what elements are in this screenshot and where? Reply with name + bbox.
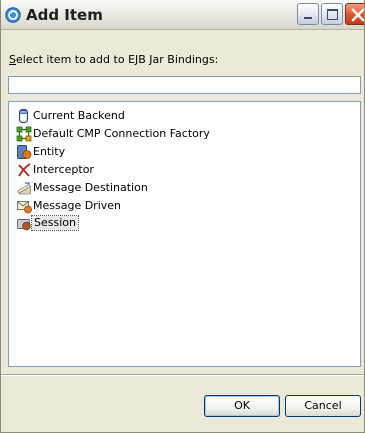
list-item-label: Message Destination: [33, 181, 148, 194]
title-bar[interactable]: Add Item: [1, 0, 364, 30]
item-list[interactable]: Current Backend Default CMP Connection F…: [8, 101, 361, 367]
entity-bean-icon: [17, 145, 32, 159]
app-icon: [5, 7, 21, 23]
cancel-button[interactable]: Cancel: [285, 395, 361, 417]
list-item-session[interactable]: Session: [16, 215, 346, 233]
message-destination-icon: [16, 182, 32, 195]
prompt-mnemonic: S: [9, 53, 16, 66]
connection-factory-icon: [16, 126, 32, 142]
filter-input[interactable]: [8, 76, 361, 94]
message-driven-bean-icon: [17, 201, 32, 214]
window-title: Add Item: [26, 6, 103, 24]
list-item-interceptor[interactable]: Interceptor: [16, 161, 346, 179]
button-separator: [1, 374, 364, 376]
list-item-label: Default CMP Connection Factory: [33, 127, 210, 140]
list-item-label: Current Backend: [33, 109, 125, 122]
list-item-entity[interactable]: Entity: [16, 143, 346, 161]
list-item-current-backend[interactable]: Current Backend: [16, 107, 346, 125]
close-icon: [351, 8, 364, 22]
list-item-message-destination[interactable]: Message Destination: [16, 179, 346, 197]
add-item-dialog: Add Item Select item to add to EJB Jar B…: [0, 0, 365, 433]
maximize-icon: [327, 9, 338, 20]
maximize-button[interactable]: [321, 3, 343, 25]
database-icon: [18, 108, 29, 124]
prompt-label: Select item to add to EJB Jar Bindings:: [9, 53, 218, 66]
list-item-label: Entity: [33, 145, 66, 158]
session-bean-icon: [17, 219, 31, 231]
interceptor-icon: [18, 163, 31, 177]
ok-button[interactable]: OK: [204, 395, 280, 417]
prompt-text: elect item to add to EJB Jar Bindings:: [15, 53, 219, 66]
list-item-default-cmp-connection-factory[interactable]: Default CMP Connection Factory: [16, 125, 346, 143]
minimize-button[interactable]: [297, 3, 319, 25]
close-button[interactable]: [345, 3, 364, 25]
list-item-message-driven[interactable]: Message Driven: [16, 197, 346, 215]
list-item-label: Session: [31, 215, 79, 231]
list-item-label: Interceptor: [33, 163, 94, 176]
list-item-label: Message Driven: [33, 199, 122, 212]
minimize-icon: [304, 17, 312, 19]
